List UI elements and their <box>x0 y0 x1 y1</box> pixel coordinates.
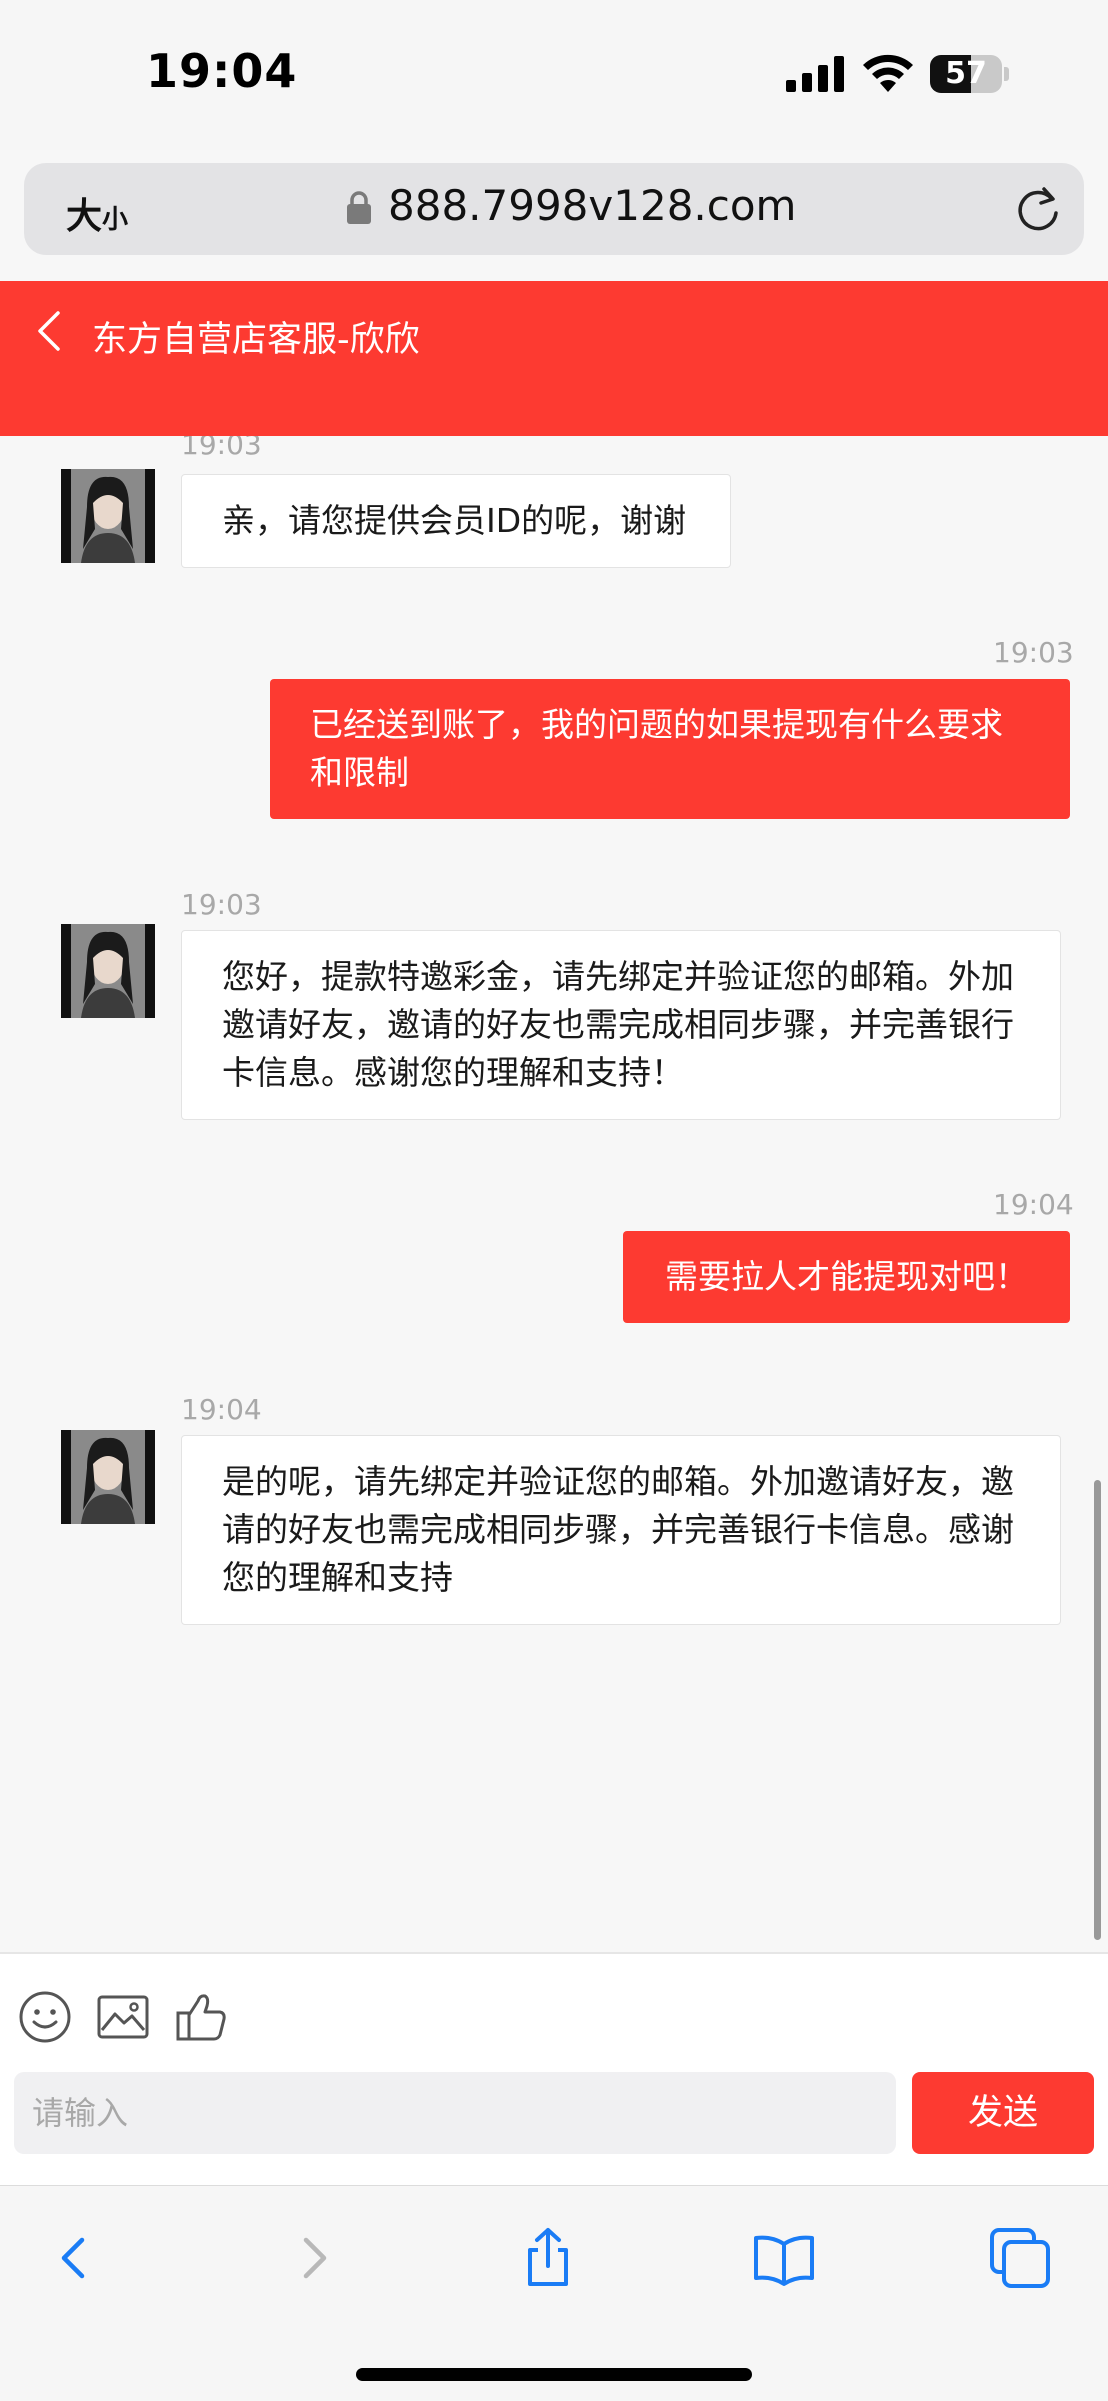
reload-icon[interactable] <box>1012 183 1064 235</box>
url-text[interactable]: 888.7998v128.com <box>388 181 796 230</box>
composer: 发送 <box>0 1952 1108 2187</box>
agent-avatar <box>61 924 155 1018</box>
message-time: 19:03 <box>993 636 1074 669</box>
bookmarks-icon[interactable] <box>752 2226 816 2290</box>
message-time: 19:04 <box>993 1188 1074 1221</box>
status-bar: 19:04 57 <box>0 0 1108 150</box>
incoming-message-bubble: 是的呢，请先绑定并验证您的邮箱。外加邀请好友，邀请的好友也需完成相同步骤，并完善… <box>181 1435 1061 1625</box>
browser-toolbar <box>0 2185 1108 2401</box>
cellular-signal-icon <box>786 56 844 92</box>
incoming-message-bubble: 您好，提款特邀彩金，请先绑定并验证您的邮箱。外加邀请好友，邀请的好友也需完成相同… <box>181 930 1061 1120</box>
outgoing-message-bubble: 需要拉人才能提现对吧！ <box>623 1231 1070 1323</box>
back-arrow-icon[interactable] <box>42 2226 106 2290</box>
status-time: 19:04 <box>146 44 298 98</box>
home-indicator <box>356 2368 752 2381</box>
outgoing-message-bubble: 已经送到账了，我的问题的如果提现有什么要求和限制 <box>270 679 1070 819</box>
tabs-icon[interactable] <box>988 2226 1052 2290</box>
share-icon[interactable] <box>516 2226 580 2290</box>
agent-avatar <box>61 1430 155 1524</box>
send-button[interactable]: 发送 <box>912 2072 1094 2154</box>
text-size-button[interactable]: 大小 <box>66 187 128 239</box>
text-size-large-label: 大 <box>66 196 103 237</box>
text-size-small-label: 小 <box>102 205 129 235</box>
chat-header: 东方自营店客服-欣欣 <box>0 281 1108 436</box>
wifi-icon <box>863 54 913 92</box>
thumbs-up-icon[interactable] <box>174 1990 228 2044</box>
message-time: 19:03 <box>181 436 262 461</box>
chat-scrollbar[interactable] <box>1094 1480 1101 1940</box>
battery-level: 57 <box>945 56 987 91</box>
back-icon[interactable] <box>34 309 64 353</box>
image-icon[interactable] <box>96 1990 150 2044</box>
forward-arrow-icon[interactable] <box>282 2226 346 2290</box>
agent-avatar <box>61 469 155 563</box>
chat-title: 东方自营店客服-欣欣 <box>92 320 420 360</box>
lock-icon <box>347 191 371 224</box>
chat-messages[interactable]: 19:03 亲，请您提供会员ID的呢，谢谢 19:03 已经送到账了，我的问题的… <box>0 436 1108 1952</box>
address-bar[interactable]: 大小 888.7998v128.com <box>24 163 1084 255</box>
message-time: 19:03 <box>181 888 262 921</box>
emoji-icon[interactable] <box>18 1990 72 2044</box>
incoming-message-bubble: 亲，请您提供会员ID的呢，谢谢 <box>181 474 731 568</box>
message-time: 19:04 <box>181 1393 262 1426</box>
battery-icon: 57 <box>930 55 1009 93</box>
message-input[interactable] <box>14 2072 896 2154</box>
